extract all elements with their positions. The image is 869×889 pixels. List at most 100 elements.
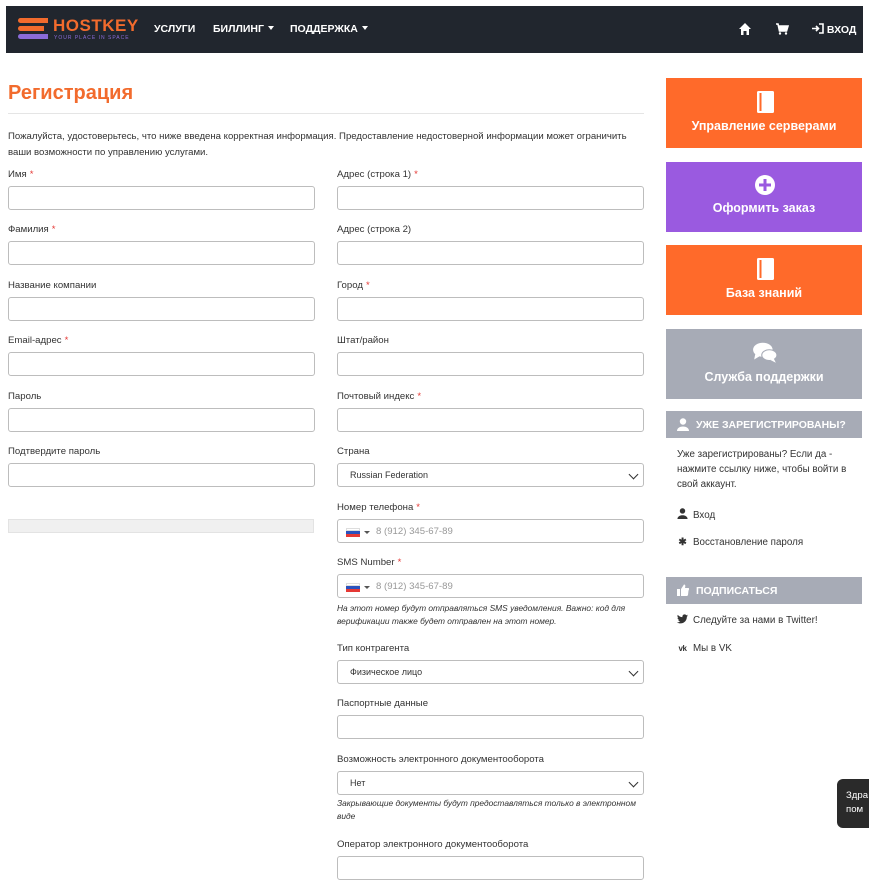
password-confirm-input[interactable] [8, 463, 315, 487]
phone-label-text: Номер телефона [337, 502, 414, 513]
login-label: ВХОД [826, 24, 857, 36]
nav-billing-label: БИЛЛИНГ [213, 23, 264, 35]
vk-label: Мы в VK [693, 643, 732, 654]
first-name-input[interactable] [8, 186, 315, 210]
cart-icon[interactable] [775, 22, 789, 36]
logo-text: HOSTKEY [53, 16, 139, 35]
asterisk-icon: ✱ [678, 537, 687, 548]
password-label: Пароль [8, 391, 42, 402]
sms-help-text: На этот номер будут отправляться SMS уве… [337, 603, 626, 626]
postcode-input[interactable] [337, 408, 644, 432]
russia-flag-icon[interactable] [346, 528, 360, 537]
sidebar-login-link[interactable]: Вход [677, 508, 715, 521]
logo-mark [18, 18, 48, 40]
address1-input[interactable] [337, 186, 644, 210]
required-mark: * [416, 502, 421, 513]
passport-input[interactable] [337, 715, 644, 739]
state-input[interactable] [337, 352, 644, 376]
twitter-link[interactable]: Следуйте за нами в Twitter! [677, 614, 818, 626]
nav-support[interactable]: ПОДДЕРЖКА [290, 23, 368, 35]
city-label: Город * [337, 280, 370, 291]
plus-circle-icon [755, 175, 775, 195]
sms-placeholder: 8 (912) 345-67-89 [376, 581, 453, 592]
chevron-down-icon [628, 666, 639, 677]
password-strength-bar [8, 519, 314, 533]
hostkey-logo[interactable]: HOSTKEY YOUR PLACE IN SPACE [18, 16, 139, 45]
chat-line-1: Здра [846, 790, 869, 801]
password-reset-label: Восстановление пароля [693, 537, 804, 548]
edo-select[interactable]: Нет [337, 771, 644, 795]
address2-input[interactable] [337, 241, 644, 265]
password-confirm-label: Подтвердите пароль [8, 446, 101, 457]
user-icon [677, 418, 689, 431]
tile-server-management-label: Управление серверами [691, 119, 837, 133]
password-reset-link[interactable]: ✱ Восстановление пароля [677, 537, 803, 548]
top-navbar: HOSTKEY YOUR PLACE IN SPACE УСЛУГИ БИЛЛИ… [6, 6, 863, 53]
password-input[interactable] [8, 408, 315, 432]
country-select[interactable]: Russian Federation [337, 463, 644, 487]
nav-support-label: ПОДДЕРЖКА [290, 23, 358, 35]
chat-bubbles-icon [753, 342, 778, 363]
edo-operator-label: Оператор электронного документооборота [337, 839, 529, 850]
sms-label-text: SMS Number [337, 557, 395, 568]
company-label: Название компании [8, 280, 97, 291]
required-mark: * [64, 335, 69, 346]
page-title: Регистрация [8, 82, 134, 104]
caret-down-icon [267, 26, 274, 30]
tile-knowledge-base[interactable]: База знаний [666, 245, 862, 315]
vk-icon: vk [678, 644, 687, 653]
address2-label: Адрес (строка 2) [337, 224, 412, 235]
chat-line-2: пом [846, 804, 864, 815]
passport-label: Паспортные данные [337, 698, 429, 709]
tile-knowledge-base-label: База знаний [725, 286, 803, 300]
logo-tagline: YOUR PLACE IN SPACE [54, 35, 130, 41]
sms-input[interactable]: 8 (912) 345-67-89 [337, 574, 644, 598]
required-mark: * [29, 169, 34, 180]
twitter-label: Следуйте за нами в Twitter! [693, 615, 818, 626]
nav-billing[interactable]: БИЛЛИНГ [213, 23, 274, 35]
login-icon [812, 23, 824, 34]
email-input[interactable] [8, 352, 315, 376]
vk-link[interactable]: vk Мы в VK [677, 643, 732, 654]
city-input[interactable] [337, 297, 644, 321]
tile-place-order-label: Оформить заказ [712, 201, 816, 215]
tile-server-management[interactable]: Управление серверами [666, 78, 862, 148]
contractor-type-select[interactable]: Физическое лицо [337, 660, 644, 684]
last-name-label: Фамилия * [8, 224, 55, 235]
login-link[interactable]: ВХОД [812, 23, 856, 36]
thumbs-up-icon [677, 584, 689, 596]
last-name-label-text: Фамилия [8, 224, 49, 235]
phone-input[interactable]: 8 (912) 345-67-89 [337, 519, 644, 543]
last-name-input[interactable] [8, 241, 315, 265]
tile-place-order[interactable]: Оформить заказ [666, 162, 862, 232]
nav-services[interactable]: УСЛУГИ [154, 23, 195, 35]
edo-value: Нет [350, 778, 366, 788]
title-divider [8, 113, 644, 114]
company-input[interactable] [8, 297, 315, 321]
city-label-text: Город [337, 280, 363, 291]
registered-panel-title: УЖЕ ЗАРЕГИСТРИРОВАНЫ? [696, 419, 846, 431]
subscribe-panel-title: ПОДПИСАТЬСЯ [696, 585, 778, 597]
required-mark: * [51, 224, 56, 235]
email-label: Email-адрес * [8, 335, 68, 346]
country-label: Страна [337, 446, 370, 457]
state-label: Штат/район [337, 335, 389, 346]
registered-panel-text: Уже зарегистрированы? Если да - нажмите … [677, 449, 847, 490]
caret-down-icon [364, 531, 370, 534]
first-name-label-text: Имя [8, 169, 27, 180]
chat-widget[interactable]: Здра пом [837, 779, 869, 828]
contractor-type-label: Тип контрагента [337, 643, 410, 654]
address1-label: Адрес (строка 1) * [337, 169, 418, 180]
tile-support[interactable]: Служба поддержки [666, 329, 862, 399]
registered-panel-heading: УЖЕ ЗАРЕГИСТРИРОВАНЫ? [666, 411, 862, 438]
edo-operator-input[interactable] [337, 856, 644, 880]
caret-down-icon [364, 586, 370, 589]
intro-text: Пожалуйста, удостоверьтесь, что ниже вве… [8, 131, 627, 158]
russia-flag-icon[interactable] [346, 583, 360, 592]
home-icon[interactable] [738, 22, 752, 36]
first-name-label: Имя * [8, 169, 33, 180]
required-mark: * [414, 169, 418, 180]
twitter-icon [677, 614, 688, 624]
required-mark: * [365, 280, 370, 291]
country-value: Russian Federation [350, 470, 429, 480]
